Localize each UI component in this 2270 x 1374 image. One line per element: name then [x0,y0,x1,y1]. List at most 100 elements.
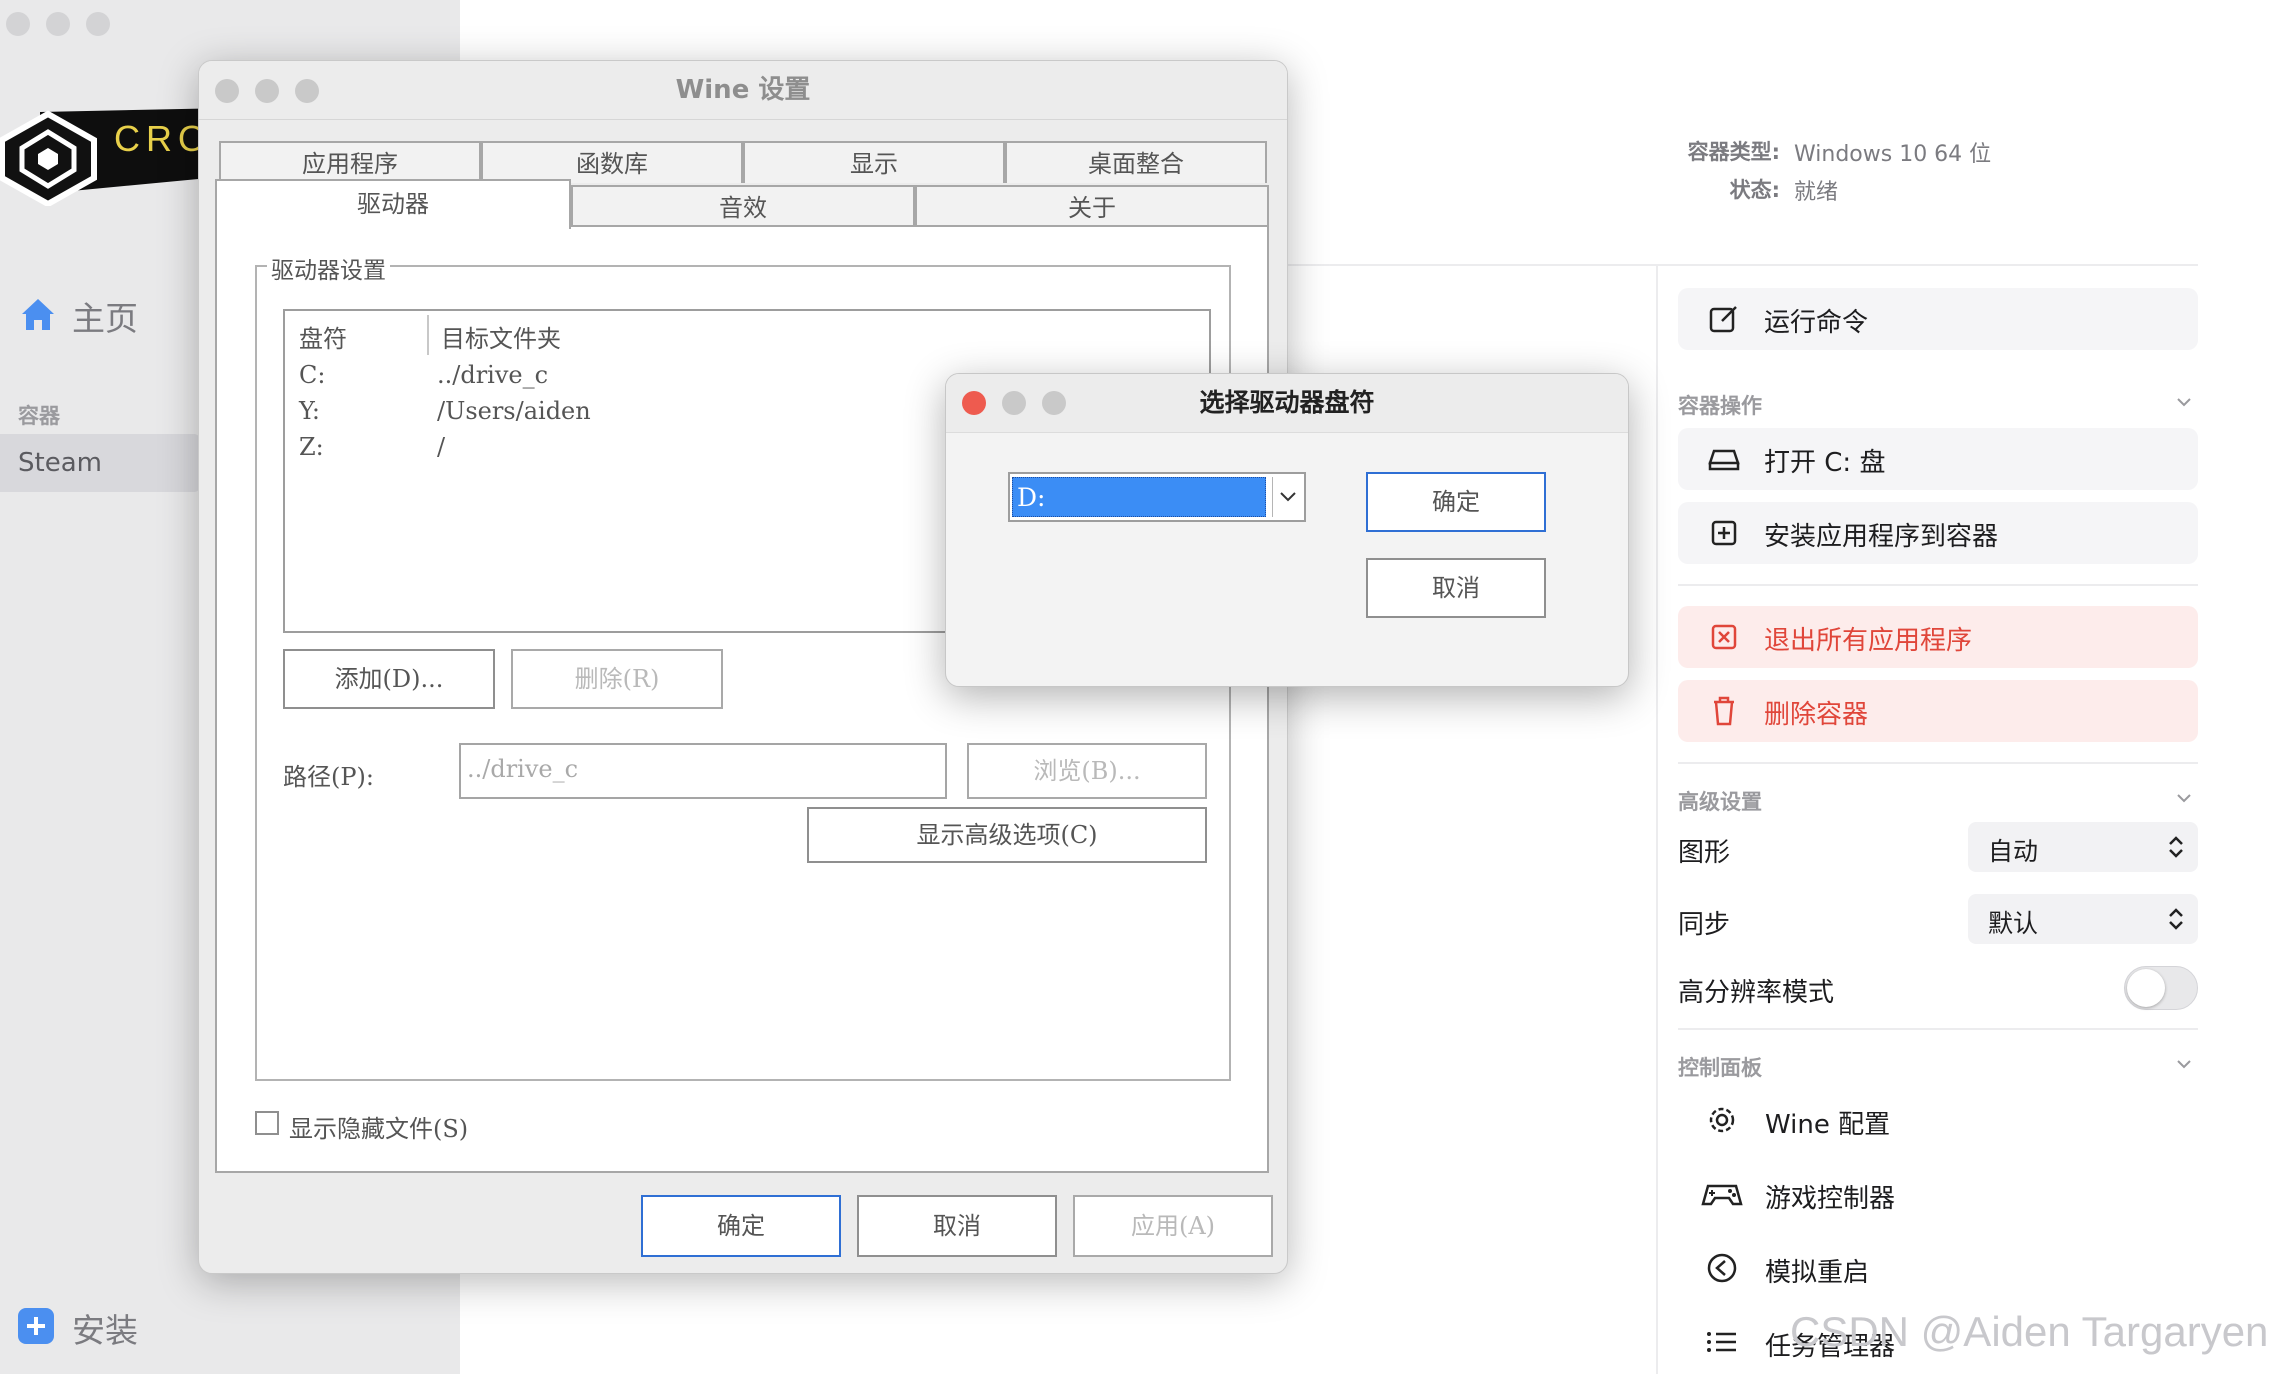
drive-target[interactable]: / [437,433,445,461]
sync-select[interactable]: 默认 [1968,894,2198,944]
combobox-value: D: [1017,483,1046,512]
wine-window-title: Wine 设置 [199,61,1287,120]
add-drive-button[interactable]: 添加(D)... [283,649,495,709]
toggle-knob [2127,969,2165,1007]
gear-icon [1704,1102,1740,1138]
cancel-button[interactable]: 取消 [857,1195,1057,1257]
status-key: 状态: [1729,178,1780,202]
graphics-select[interactable]: 自动 [1968,822,2198,872]
open-c-drive-button[interactable]: 打开 C: 盘 [1678,428,2198,490]
close-window-button[interactable] [962,391,986,415]
zoom-window-button[interactable] [295,79,319,103]
apply-button[interactable]: 应用(A) [1073,1195,1273,1257]
chevron-down-icon[interactable] [2176,790,2192,806]
tab-audio[interactable]: 音效 [571,185,915,227]
updown-chevron-icon [2166,906,2186,932]
zoom-window-button[interactable] [1042,391,1066,415]
tab-graphics[interactable]: 显示 [743,141,1005,183]
install-plus-icon [18,1308,54,1344]
browse-button[interactable]: 浏览(B)... [967,743,1207,799]
dialog-ok-button[interactable]: 确定 [1366,472,1546,532]
nav-home[interactable]: 主页 [72,292,138,340]
container-ops-header: 容器操作 [1678,394,1762,418]
status-value: 就绪 [1794,180,1839,205]
tab-about[interactable]: 关于 [915,185,1269,227]
zoom-window-button[interactable] [86,12,110,36]
column-divider[interactable] [427,315,429,355]
divider [1678,762,2198,764]
tab-desktop-integration[interactable]: 桌面整合 [1005,141,1267,183]
run-command-label: 运行命令 [1764,308,1869,338]
show-hidden-label: 显示隐藏文件(S) [289,1115,469,1143]
containers-section-label: 容器 [18,404,60,428]
graphics-select-value: 自动 [1988,837,2039,866]
sidebar-item-steam-label: Steam [18,448,102,478]
drive-icon [1706,441,1742,477]
tab-drives[interactable]: 驱动器 [215,179,571,229]
sync-select-value: 默认 [1988,909,2039,938]
drive-settings-group-title: 驱动器设置 [267,251,390,285]
select-drive-letter-dialog: 选择驱动器盘符 D: 确定 取消 [945,373,1629,687]
dialog-cancel-button[interactable]: 取消 [1366,558,1546,618]
path-input-value: ../drive_c [467,755,579,783]
trash-icon [1706,693,1742,729]
divider [1678,584,2198,586]
drive-letter-combobox[interactable]: D: [1008,472,1306,522]
install-app-label: 安装应用程序到容器 [1764,522,1999,552]
install-app-button[interactable]: 安装应用程序到容器 [1678,502,2198,564]
cp-simulate-reboot[interactable]: 模拟重启 [1765,1252,1869,1289]
drive-letter[interactable]: Y: [299,397,320,425]
ok-button[interactable]: 确定 [641,1195,841,1257]
drive-letter[interactable]: Z: [299,433,324,461]
delete-container-label: 删除容器 [1764,700,1869,730]
divider [1678,1028,2198,1030]
chevron-down-icon[interactable] [2176,394,2192,410]
minimize-window-button[interactable] [255,79,279,103]
control-panel-header: 控制面板 [1678,1056,1762,1080]
drive-target[interactable]: ../drive_c [437,361,548,389]
drive-letter[interactable]: C: [299,361,325,389]
remove-drive-button[interactable]: 删除(R) [511,649,723,709]
edit-icon [1706,301,1742,337]
advanced-header: 高级设置 [1678,790,1762,814]
delete-container-button[interactable]: 删除容器 [1678,680,2198,742]
path-input[interactable]: ../drive_c [459,743,947,799]
minimize-window-button[interactable] [46,12,70,36]
close-window-button[interactable] [215,79,239,103]
col-header-target[interactable]: 目标文件夹 [441,319,561,354]
quit-all-button[interactable]: 退出所有应用程序 [1678,606,2198,668]
close-window-button[interactable] [6,12,30,36]
chevron-down-icon[interactable] [2176,1056,2192,1072]
show-hidden-checkbox[interactable] [255,1111,279,1135]
list-icon [1704,1324,1740,1360]
sync-label: 同步 [1678,910,1731,940]
drive-target[interactable]: /Users/aiden [437,397,591,425]
hidpi-toggle[interactable] [2124,966,2198,1010]
crossover-logo: CRO [0,98,230,208]
watermark: CSDN @Aiden Targaryen [1790,1308,2269,1355]
cp-wine-config[interactable]: Wine 配置 [1765,1104,1890,1141]
hidpi-label: 高分辨率模式 [1678,978,1835,1008]
home-icon [18,294,58,334]
minimize-window-button[interactable] [1002,391,1026,415]
tab-libraries[interactable]: 函数库 [481,141,743,183]
show-advanced-button[interactable]: 显示高级选项(C) [807,807,1207,863]
combobox-selection: D: [1012,477,1266,517]
path-label: 路径(P): [283,763,374,791]
quit-all-label: 退出所有应用程序 [1764,626,1973,656]
add-square-icon [1706,515,1742,551]
divider [1286,264,2198,266]
install-button[interactable]: 安装 [72,1304,138,1352]
run-command-button[interactable]: 运行命令 [1678,288,2198,350]
col-header-letter[interactable]: 盘符 [299,319,347,354]
chevron-down-icon[interactable] [1272,477,1303,517]
container-type-value: Windows 10 64 位 [1794,142,1992,167]
close-square-icon [1706,619,1742,655]
graphics-label: 图形 [1678,838,1731,868]
open-c-drive-label: 打开 C: 盘 [1764,448,1886,478]
container-type-key: 容器类型: [1687,140,1780,164]
gamepad-icon [1700,1176,1744,1212]
tab-applications[interactable]: 应用程序 [219,141,481,183]
cp-game-controllers[interactable]: 游戏控制器 [1765,1178,1895,1215]
pane-divider [1656,266,1658,1374]
